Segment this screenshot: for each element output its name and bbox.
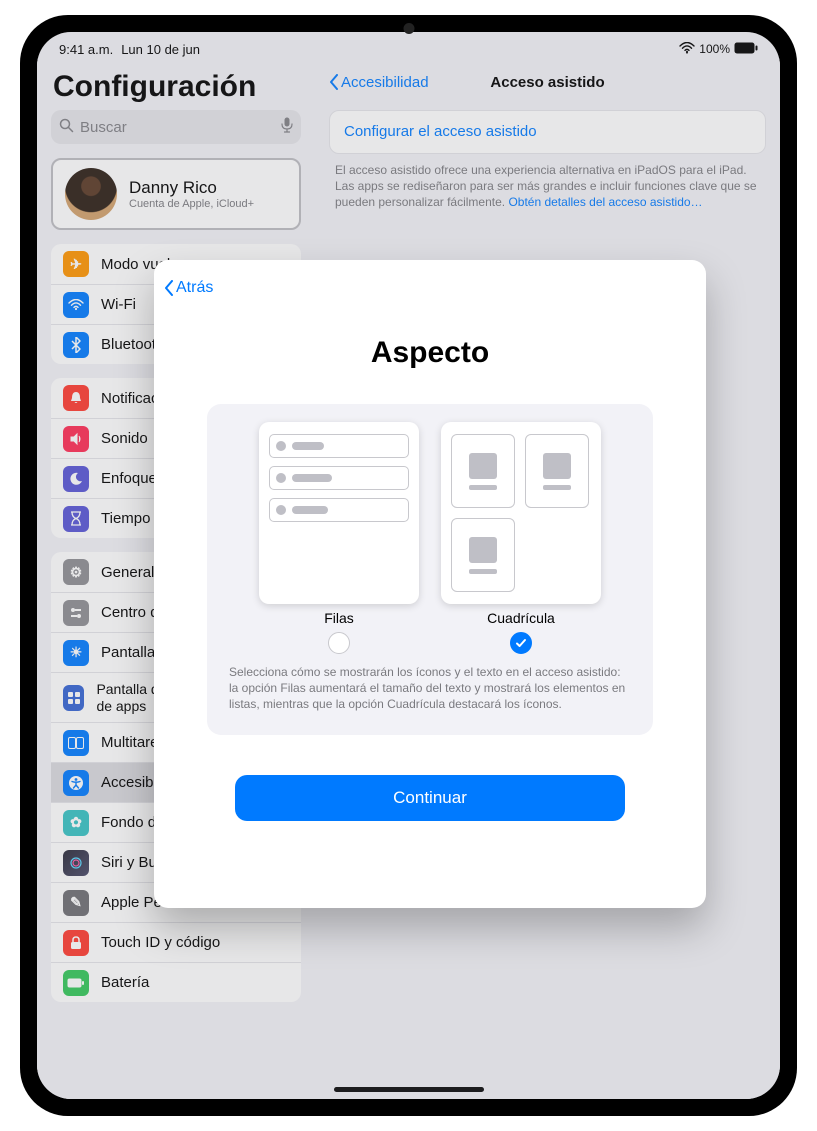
preview-grid bbox=[441, 422, 601, 604]
options-description: Selecciona cómo se mostrarán los íconos … bbox=[227, 654, 633, 713]
screen: 9:41 a.m. Lun 10 de jun 100% Configuraci… bbox=[37, 32, 780, 1099]
modal-title: Aspecto bbox=[154, 336, 706, 370]
appearance-modal: Atrás Aspecto Filas bbox=[154, 260, 706, 908]
appearance-options: Filas Cuadrícula bbox=[207, 404, 653, 735]
home-indicator[interactable] bbox=[334, 1087, 484, 1092]
modal-back-button[interactable]: Atrás bbox=[154, 274, 706, 302]
option-rows-label: Filas bbox=[324, 610, 354, 626]
option-grid-radio[interactable] bbox=[510, 632, 532, 654]
modal-back-label: Atrás bbox=[176, 279, 213, 297]
ipad-frame: 9:41 a.m. Lun 10 de jun 100% Configuraci… bbox=[20, 15, 797, 1116]
option-rows-radio[interactable] bbox=[328, 632, 350, 654]
option-rows[interactable]: Filas bbox=[259, 422, 419, 654]
option-grid-label: Cuadrícula bbox=[487, 610, 555, 626]
continue-button[interactable]: Continuar bbox=[235, 775, 625, 821]
front-camera bbox=[403, 23, 414, 34]
option-grid[interactable]: Cuadrícula bbox=[441, 422, 601, 654]
preview-rows bbox=[259, 422, 419, 604]
